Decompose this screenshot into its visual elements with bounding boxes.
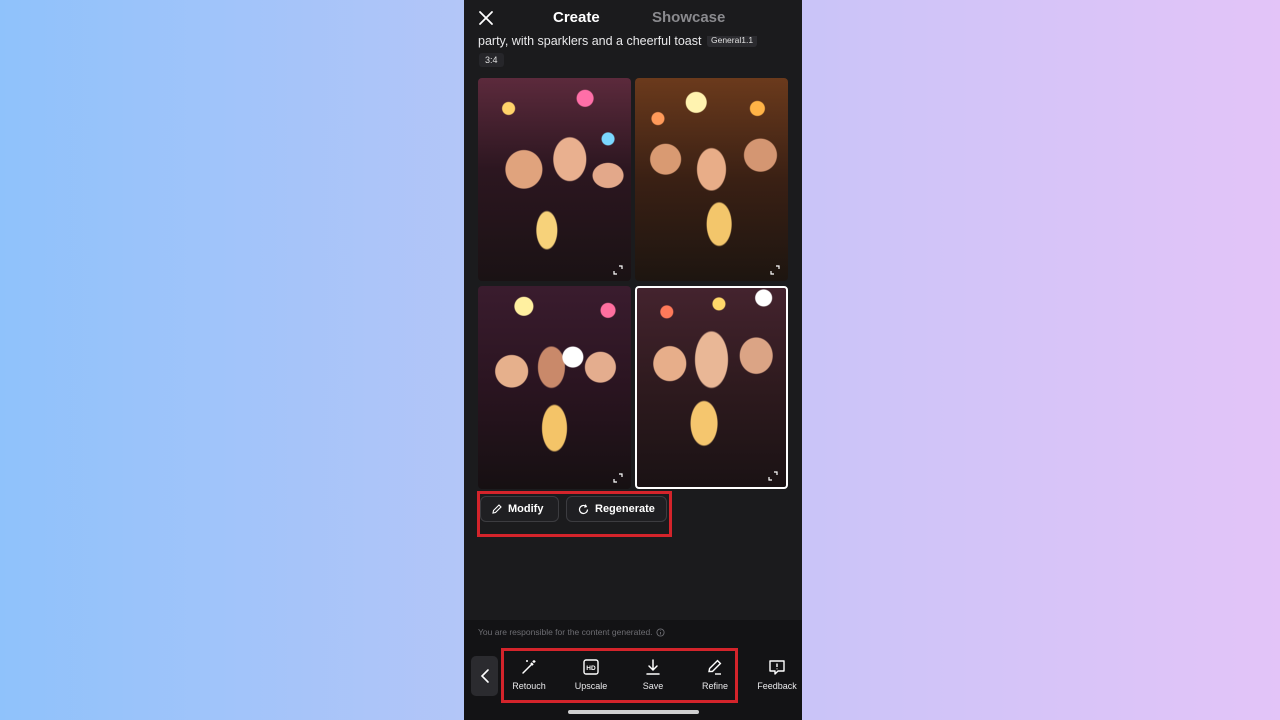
retouch-label: Retouch	[512, 681, 546, 691]
refine-button[interactable]: Refine	[690, 658, 740, 691]
pencil-icon	[492, 504, 502, 514]
expand-icon[interactable]	[613, 473, 623, 483]
prompt-text: party, with sparklers and a cheerful toa…	[478, 34, 702, 48]
tab-create[interactable]: Create	[553, 9, 600, 26]
close-icon[interactable]	[476, 8, 496, 28]
generated-image-1[interactable]	[478, 78, 631, 281]
tab-showcase[interactable]: Showcase	[652, 9, 725, 26]
save-button[interactable]: Save	[628, 658, 678, 691]
refresh-icon	[578, 503, 589, 514]
expand-icon[interactable]	[613, 265, 623, 275]
hd-icon: HD	[583, 659, 599, 675]
image-grid	[478, 78, 788, 489]
pencil-icon	[708, 659, 722, 675]
chevron-left-icon	[480, 669, 489, 683]
app-screen: Create Showcase party, with sparklers an…	[464, 0, 802, 720]
feedback-icon	[769, 660, 785, 675]
generated-image-4-selected[interactable]	[635, 286, 788, 489]
upscale-button[interactable]: HD Upscale	[566, 658, 616, 691]
generated-image-3[interactable]	[478, 286, 631, 489]
home-indicator	[568, 710, 699, 714]
svg-text:HD: HD	[586, 665, 596, 672]
retouch-button[interactable]: Retouch	[504, 658, 554, 691]
feedback-label: Feedback	[757, 681, 797, 691]
aspect-ratio-badge: 3:4	[479, 53, 504, 67]
regenerate-label: Regenerate	[595, 503, 655, 515]
download-icon	[646, 659, 660, 675]
expand-icon[interactable]	[770, 265, 780, 275]
disclaimer-row: You are responsible for the content gene…	[478, 627, 665, 637]
regenerate-button[interactable]: Regenerate	[566, 496, 667, 522]
save-label: Save	[642, 681, 664, 691]
feedback-button[interactable]: Feedback	[752, 658, 802, 691]
refine-label: Refine	[701, 681, 728, 691]
expand-icon[interactable]	[768, 471, 778, 481]
back-button[interactable]	[471, 656, 498, 696]
modify-label: Modify	[508, 503, 544, 515]
disclaimer-text: You are responsible for the content gene…	[478, 627, 653, 637]
generated-image-2[interactable]	[635, 78, 788, 281]
modify-button[interactable]: Modify	[480, 496, 559, 522]
info-icon[interactable]	[655, 627, 665, 637]
magic-wand-icon	[522, 660, 536, 674]
top-bar: Create Showcase	[464, 0, 802, 36]
upscale-label: Upscale	[574, 681, 608, 691]
